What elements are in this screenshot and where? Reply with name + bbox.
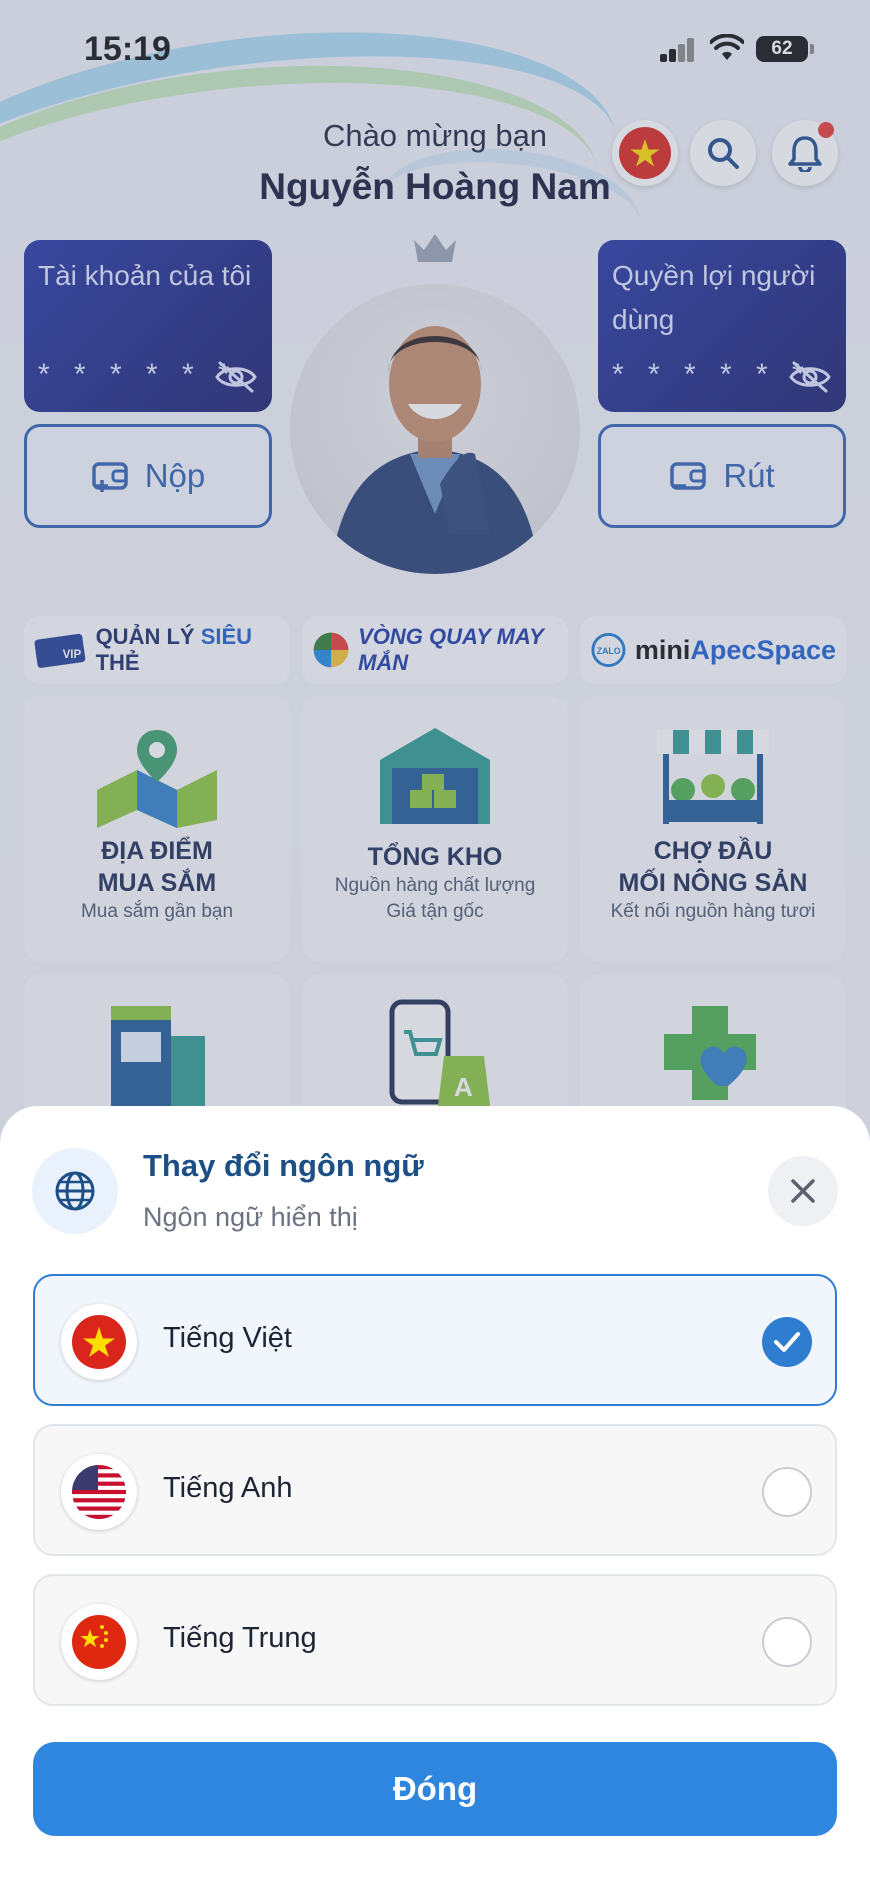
china-flag-icon [61,1604,137,1680]
usa-flag-icon [61,1454,137,1530]
radio-button[interactable] [762,1467,812,1517]
close-button[interactable]: Đóng [33,1742,837,1836]
language-bottom-sheet: Thay đổi ngôn ngữ Ngôn ngữ hiển thị Tiến… [0,1106,870,1883]
sheet-subtitle: Ngôn ngữ hiển thị [143,1202,358,1232]
globe-icon [55,1171,95,1211]
language-label: Tiếng Anh [163,1472,293,1504]
sheet-title: Thay đổi ngôn ngữ [143,1148,424,1183]
language-label: Tiếng Việt [163,1322,292,1354]
close-sheet-button[interactable] [768,1156,838,1226]
globe-badge [32,1148,118,1234]
language-option-english[interactable]: Tiếng Anh [33,1424,837,1556]
language-label: Tiếng Trung [163,1622,317,1654]
radio-button[interactable] [762,1617,812,1667]
selected-check-icon[interactable] [762,1317,812,1367]
close-icon [791,1179,815,1203]
language-option-vietnamese[interactable]: Tiếng Việt [33,1274,837,1406]
language-option-chinese[interactable]: Tiếng Trung [33,1574,837,1706]
vietnam-flag-icon [61,1304,137,1380]
